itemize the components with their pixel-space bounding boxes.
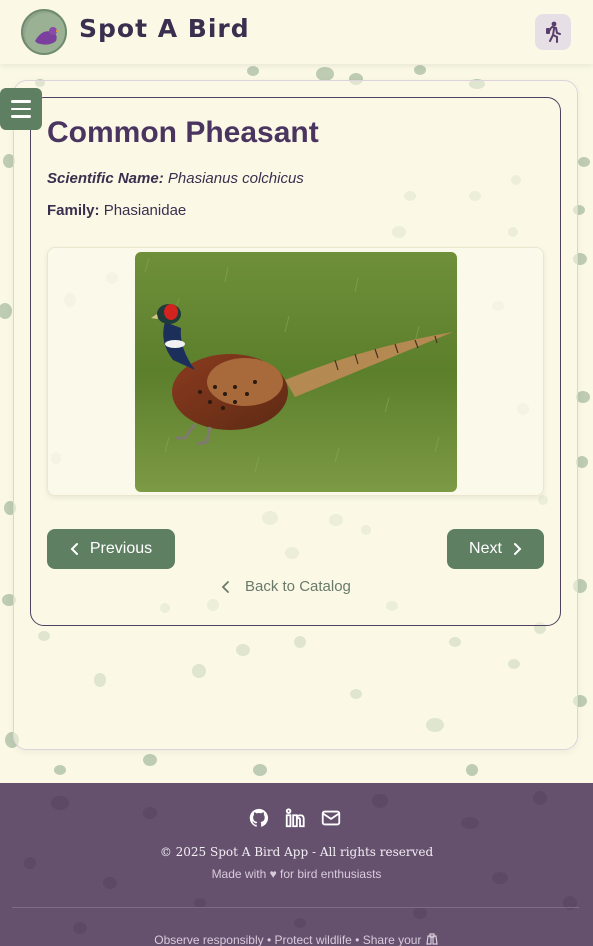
bird-detail-card: Common Pheasant Scientific Name: Phasian… — [30, 97, 561, 626]
scientific-name-row: Scientific Name: Phasianus colchicus — [47, 170, 304, 187]
chevron-right-icon — [513, 543, 522, 555]
family-label: Family: — [47, 202, 100, 219]
menu-bar-icon — [11, 115, 31, 118]
made-with-text: Made with ♥ for bird enthusiasts — [211, 867, 382, 881]
bird-photo[interactable] — [135, 252, 457, 492]
family-value: Phasianidae — [103, 202, 187, 219]
menu-toggle-button[interactable] — [0, 88, 42, 130]
bird-logo-icon — [25, 13, 65, 53]
observe-label: Observe responsibly • Protect wildlife •… — [154, 933, 422, 946]
pheasant-image — [135, 252, 457, 492]
next-button[interactable]: Next — [447, 529, 544, 569]
observe-text: Observe responsibly • Protect wildlife •… — [0, 933, 593, 946]
scientific-name-label: Scientific Name: — [47, 170, 164, 187]
github-icon[interactable] — [248, 807, 270, 829]
back-label: Back to Catalog — [245, 578, 351, 595]
menu-bar-icon — [11, 107, 31, 111]
menu-bar-icon — [11, 100, 31, 103]
social-links — [248, 807, 342, 829]
back-to-catalog-link[interactable]: Back to Catalog — [221, 578, 351, 595]
site-footer: © 2025 Spot A Bird App - All rights rese… — [0, 783, 593, 946]
chevron-left-icon — [221, 580, 229, 593]
bird-name: Common Pheasant — [47, 116, 319, 149]
brand-title[interactable]: Spot A Bird — [79, 14, 250, 43]
footer-divider — [12, 907, 579, 908]
binoculars-icon — [426, 933, 438, 945]
next-label: Next — [469, 540, 502, 557]
app-logo[interactable] — [21, 9, 67, 55]
previous-button[interactable]: Previous — [47, 529, 175, 569]
previous-label: Previous — [89, 540, 153, 557]
top-header: Spot A Bird — [0, 0, 593, 64]
mail-icon[interactable] — [320, 807, 342, 829]
scientific-name-value: Phasianus colchicus — [167, 170, 304, 187]
copyright-text: © 2025 Spot A Bird App - All rights rese… — [159, 845, 434, 859]
bird-image-frame — [47, 247, 544, 496]
hiker-icon — [546, 21, 561, 43]
linkedin-icon[interactable] — [284, 807, 306, 829]
family-row: Family: Phasianidae — [47, 202, 186, 219]
hiker-button[interactable] — [535, 14, 571, 50]
chevron-left-icon — [70, 543, 78, 555]
